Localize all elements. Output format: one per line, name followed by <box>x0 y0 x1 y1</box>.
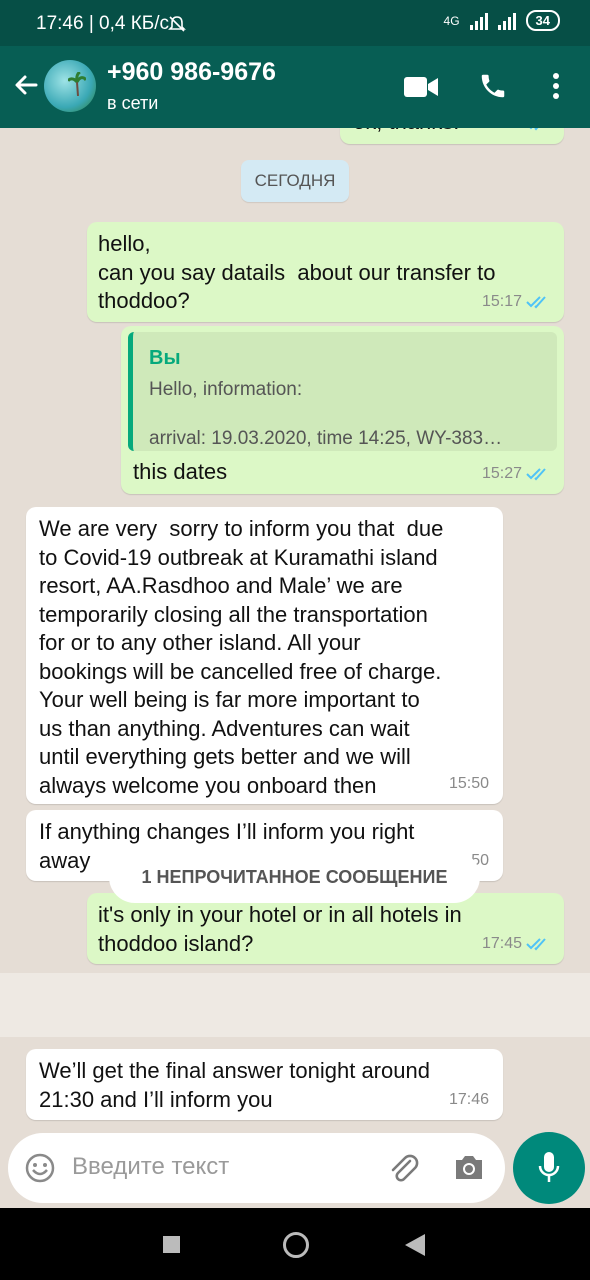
quote-line: Hello, information: <box>149 379 303 400</box>
avatar[interactable] <box>44 60 96 112</box>
phone-icon[interactable] <box>478 71 508 101</box>
back-nav-icon[interactable] <box>405 1234 425 1256</box>
read-ticks-icon <box>526 468 546 481</box>
message-time: 11:32 <box>483 128 522 138</box>
message-bubble[interactable]: We’ll get the final answer tonight aroun… <box>26 1049 503 1120</box>
unread-divider <box>0 973 590 1037</box>
unread-messages-label: 1 НЕПРОЧИТАННОЕ СООБЩЕНИЕ <box>109 851 480 903</box>
message-input-bar: Введите текст <box>8 1133 505 1203</box>
video-call-icon[interactable] <box>404 76 438 98</box>
camera-icon[interactable] <box>453 1153 485 1181</box>
status-time: 17:46 | 0,4 КБ/с <box>36 13 170 34</box>
battery-level: 34 <box>525 10 560 31</box>
message-text: We’ll get the final answer tonight aroun… <box>39 1058 430 1112</box>
chat-header: +960 986-9676 в сети <box>0 46 590 128</box>
message-bubble[interactable]: We are very sorry to inform you that due… <box>26 507 503 804</box>
message-time: 15:17 <box>481 292 522 310</box>
message-meta: 15:27 <box>482 460 550 489</box>
message-time: 17:45 <box>481 934 522 952</box>
status-right: 4G 34 <box>444 10 560 31</box>
message-input[interactable]: Введите текст <box>72 1153 229 1181</box>
message-meta: 11:32 <box>483 128 550 138</box>
palm-tree-icon <box>68 72 86 96</box>
system-nav-bar <box>0 1208 590 1280</box>
message-bubble[interactable]: ok, thanks! 11:32 <box>340 128 564 144</box>
emoji-icon[interactable] <box>24 1152 56 1184</box>
network-type: 4G <box>443 13 460 28</box>
message-meta: 15:17 <box>482 288 550 317</box>
message-time: 15:50 <box>448 774 489 792</box>
read-ticks-icon <box>529 128 539 131</box>
message-text: We are very sorry to inform you that due… <box>39 516 444 798</box>
signal-icon <box>469 12 488 30</box>
attach-icon[interactable] <box>386 1151 420 1185</box>
message-meta: 17:46 <box>449 1086 489 1115</box>
contact-name[interactable]: +960 986-9676 <box>107 58 276 87</box>
status-bar: 17:46 | 0,4 КБ/с 4G 34 <box>0 0 590 46</box>
more-vert-icon[interactable] <box>552 72 560 100</box>
message-bubble[interactable]: Вы Hello, information: arrival: 19.03.20… <box>121 326 564 494</box>
message-bubble[interactable]: hello, can you say datails about our tra… <box>87 222 564 322</box>
recents-icon[interactable] <box>163 1236 180 1253</box>
date-separator: СЕГОДНЯ <box>241 160 349 202</box>
mic-button[interactable] <box>513 1132 585 1204</box>
mic-icon <box>538 1152 560 1182</box>
signal-2-icon <box>497 12 516 30</box>
read-ticks-icon <box>526 938 546 951</box>
quoted-message[interactable]: Вы Hello, information: arrival: 19.03.20… <box>128 332 557 451</box>
mute-notifications-icon <box>168 16 186 32</box>
quote-line: arrival: 19.03.2020, time 14:25, WY-383… <box>149 428 503 449</box>
back-arrow-icon[interactable] <box>10 69 42 101</box>
message-meta: 17:45 <box>482 930 550 959</box>
home-icon[interactable] <box>283 1232 309 1258</box>
message-list[interactable]: ok, thanks! 11:32 СЕГОДНЯ hello, can you… <box>0 128 590 1130</box>
message-time: 15:27 <box>481 464 522 482</box>
read-ticks-icon <box>526 296 546 309</box>
message-time: 17:46 <box>448 1090 489 1108</box>
contact-status: в сети <box>107 93 159 113</box>
message-bubble[interactable]: it's only in your hotel or in all hotels… <box>87 893 564 964</box>
quote-author: Вы <box>149 347 181 369</box>
message-meta: 15:50 <box>449 770 489 799</box>
